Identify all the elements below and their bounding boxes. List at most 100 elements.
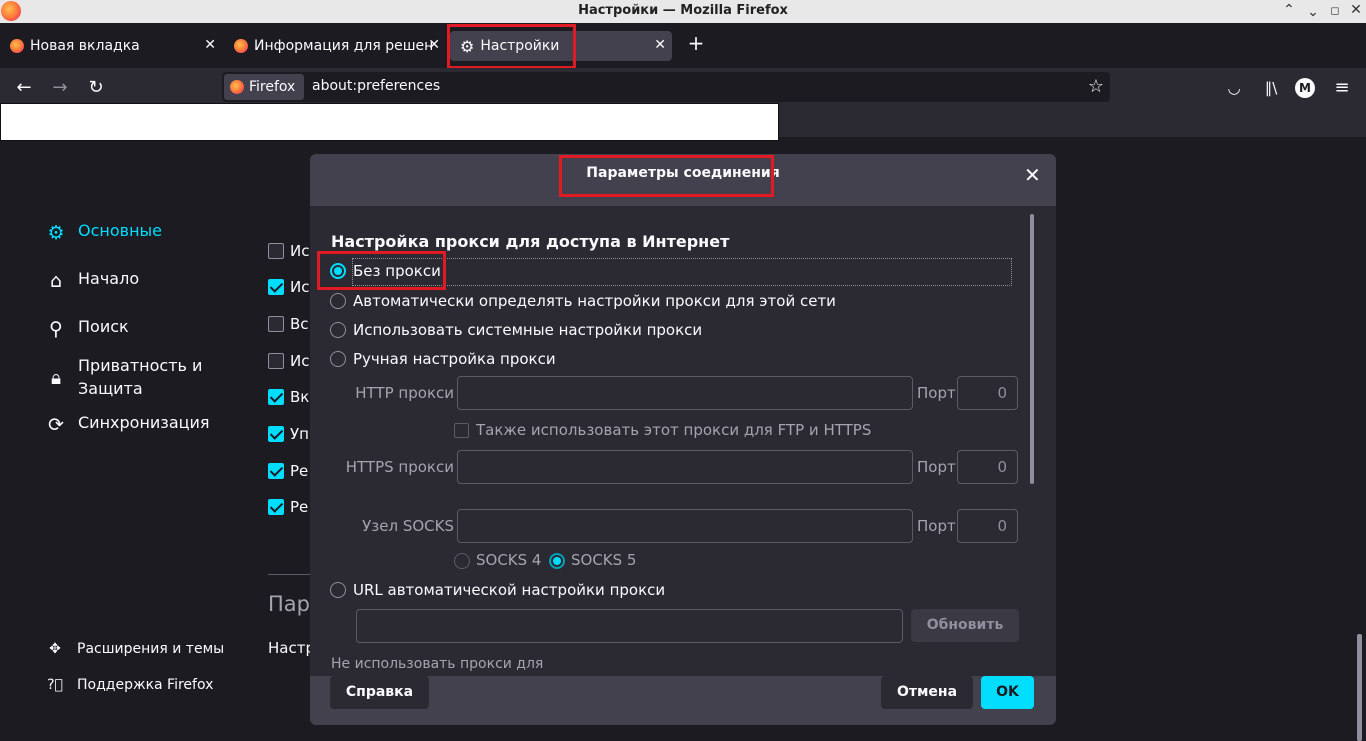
radio-auto-detect[interactable] (330, 293, 346, 309)
close-tab-icon[interactable]: ✕ (654, 37, 666, 53)
highlight-box (447, 24, 576, 69)
radio-auto-detect-label[interactable]: Автоматически определять настройки прокс… (353, 292, 836, 310)
window-titlebar: Настройки — Mozilla Firefox ⌃ ⌃ ◻ ✕ (0, 0, 1366, 23)
radio-socks4-label: SOCKS 4 (476, 551, 542, 569)
radio-system-proxy[interactable] (330, 322, 346, 338)
find-bar-blank (0, 103, 779, 141)
dialog-scrollbar-thumb[interactable] (1030, 214, 1034, 484)
radio-manual-proxy[interactable] (330, 351, 346, 367)
radio-auto-url[interactable] (330, 582, 346, 598)
restore-icon[interactable]: ⌃ (1304, 2, 1322, 18)
bg-check-label: Ре (290, 498, 309, 516)
bg-checkbox[interactable] (268, 463, 284, 479)
radio-socks4[interactable] (454, 553, 470, 569)
close-tab-icon[interactable]: ✕ (428, 37, 440, 53)
http-proxy-label: HTTP прокси (355, 384, 454, 402)
tab-new-tab[interactable]: Новая вкладка ✕ (0, 31, 222, 61)
close-icon[interactable]: ✕ (1024, 163, 1041, 187)
pocket-icon[interactable]: ◡ (1223, 77, 1245, 99)
bg-checkbox[interactable] (268, 426, 284, 442)
socks-host-input[interactable] (457, 509, 913, 543)
bg-checkbox[interactable] (268, 499, 284, 515)
https-port-input[interactable]: 0 (957, 450, 1018, 484)
sidebar-item-sync[interactable]: ⟳ Синхронизация (44, 413, 210, 437)
reload-icon[interactable]: ↻ (85, 77, 107, 99)
url-text[interactable]: about:preferences (312, 78, 440, 94)
sidebar-item-label: Синхронизация (78, 413, 210, 432)
window-title: Настройки — Mozilla Firefox (578, 3, 788, 18)
http-proxy-input[interactable] (457, 376, 913, 410)
bookmark-star-icon[interactable]: ☆ (1088, 76, 1104, 97)
sidebar-extensions-link[interactable]: ✥ Расширения и темы (47, 641, 224, 657)
url-bar[interactable]: Firefox about:preferences ☆ (222, 72, 1110, 102)
footer-label: Поддержка Firefox (77, 677, 214, 693)
help-icon: ?⃝ (47, 677, 63, 693)
bg-checkbox[interactable] (268, 353, 284, 369)
toolbar-strip (779, 108, 1366, 137)
highlight-box (317, 251, 446, 290)
sidebar-item-label: Начало (78, 269, 140, 288)
page-scrollbar-thumb[interactable] (1357, 634, 1362, 741)
highlight-box (559, 155, 774, 197)
https-proxy-label: HTTPS прокси (345, 458, 454, 476)
menu-hamburger-icon[interactable]: ≡ (1331, 77, 1353, 99)
firefox-favicon-icon (10, 39, 24, 53)
close-tab-icon[interactable]: ✕ (204, 37, 216, 53)
socks-port-input[interactable]: 0 (957, 509, 1018, 543)
radio-socks5-label: SOCKS 5 (571, 551, 637, 569)
radio-system-proxy-label[interactable]: Использовать системные настройки прокси (353, 321, 702, 339)
sidebar-item-label: Основные (78, 221, 163, 240)
account-avatar-icon[interactable]: M (1295, 78, 1315, 98)
identity-box[interactable]: Firefox (224, 74, 304, 100)
tab-bar: Новая вкладка ✕ Информация для решения п… (0, 23, 1366, 68)
ok-button[interactable]: OK (981, 676, 1034, 709)
bg-check-label: Ис (290, 278, 310, 296)
bg-section-text: Настр (268, 639, 315, 657)
sidebar-item-search[interactable]: ⚲ Поиск (44, 317, 129, 341)
sidebar-item-home[interactable]: ⌂ Начало (44, 269, 139, 293)
sidebar-item-privacy[interactable]: 🔒︎ Приватность и Защита (44, 354, 202, 400)
radio-socks5[interactable] (549, 553, 565, 569)
maximize-icon[interactable]: ◻ (1326, 4, 1344, 17)
lock-icon: 🔒︎ (50, 367, 62, 389)
also-use-checkbox[interactable] (454, 423, 469, 438)
firefox-favicon-icon (234, 39, 248, 53)
proxy-section-title: Настройка прокси для доступа в Интернет (331, 232, 730, 251)
bg-check-label: Ис (290, 352, 310, 370)
radio-manual-proxy-label[interactable]: Ручная настройка прокси (353, 350, 556, 368)
minimize-icon[interactable]: ⌃ (1280, 2, 1298, 18)
search-icon: ⚲ (49, 318, 63, 340)
back-arrow-icon[interactable]: ← (13, 77, 35, 99)
http-port-label: Порт (917, 384, 956, 402)
tab-troubleshooting[interactable]: Информация для решения проблем ✕ (224, 31, 446, 61)
sidebar-support-link[interactable]: ?⃝ Поддержка Firefox (47, 677, 213, 693)
bg-checkbox[interactable] (268, 243, 284, 259)
radio-auto-url-label[interactable]: URL автоматической настройки прокси (353, 581, 665, 599)
footer-label: Расширения и темы (77, 641, 225, 657)
puzzle-icon: ✥ (49, 641, 61, 657)
sidebar-item-general[interactable]: ⚙ Основные (44, 221, 162, 245)
bg-checkbox[interactable] (268, 316, 284, 332)
new-tab-plus-icon[interactable]: + (686, 31, 706, 55)
bg-check-label: Вк (290, 388, 310, 406)
home-icon: ⌂ (49, 270, 63, 292)
https-proxy-input[interactable] (457, 450, 913, 484)
nav-bar: ← → ↻ Firefox about:preferences ☆ ◡ ∥\ M… (0, 68, 1366, 108)
reload-button[interactable]: Обновить (911, 609, 1019, 642)
cancel-button[interactable]: Отмена (881, 676, 973, 709)
forward-arrow-icon[interactable]: → (49, 77, 71, 99)
also-use-label: Также использовать этот прокси для FTP и… (476, 421, 872, 439)
http-port-input[interactable]: 0 (957, 376, 1018, 410)
bg-check-label: Ис (290, 242, 310, 260)
sync-icon: ⟳ (48, 414, 64, 436)
bg-section-heading: Пар (268, 592, 310, 616)
socks-host-label: Узел SOCKS (362, 517, 454, 535)
bg-checkbox[interactable] (268, 389, 284, 405)
connection-settings-dialog: Параметры соединения ✕ Настройка прокси … (310, 154, 1056, 725)
close-window-icon[interactable]: ✕ (1347, 2, 1365, 18)
auto-url-input[interactable] (356, 609, 903, 643)
tab-label: Новая вкладка (30, 38, 140, 54)
bg-checkbox[interactable] (268, 279, 284, 295)
help-button[interactable]: Справка (330, 676, 429, 709)
library-icon[interactable]: ∥\ (1260, 77, 1282, 99)
